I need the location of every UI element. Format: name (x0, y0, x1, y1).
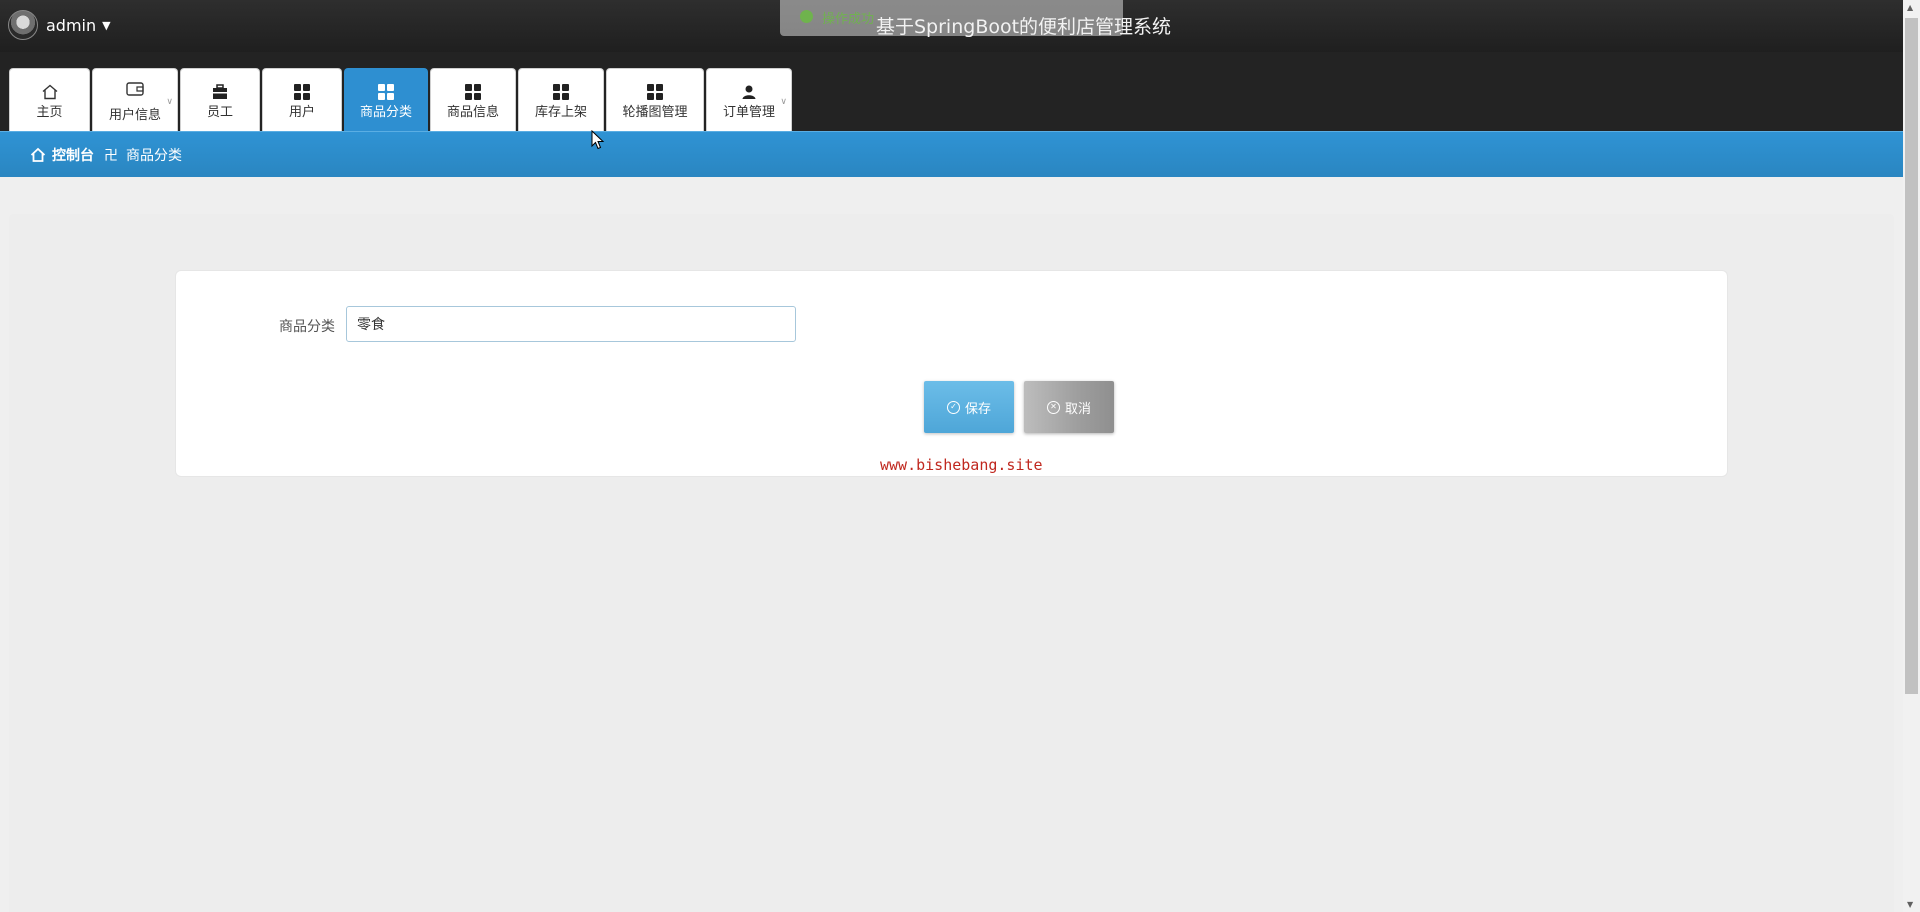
mouse-cursor-icon (591, 129, 605, 154)
check-circle-icon: ✓ (946, 400, 960, 414)
home-icon (30, 147, 46, 163)
user-menu[interactable]: admin ▼ (8, 9, 111, 41)
top-nav: 主页 用户信息 ∨ 员工 用户 商品分类 商品信息 库存上架 轮播图管理 订单管 (0, 52, 1903, 131)
top-header: admin ▼ 操作成功 基于SpringBoot的便利店管理系统 (0, 0, 1903, 52)
scroll-down-icon[interactable]: ▼ (1907, 900, 1913, 909)
tab-carousel[interactable]: 轮播图管理 (606, 68, 704, 131)
username: admin (46, 15, 97, 35)
grid-icon (553, 81, 569, 103)
breadcrumb: 控制台 卍 商品分类 (0, 131, 1903, 177)
tab-orders-label: 订单管理 (722, 104, 775, 120)
chevron-down-icon: ∨ (780, 97, 787, 107)
briefcase-icon (211, 81, 229, 103)
chevron-down-icon: ∨ (166, 97, 173, 107)
breadcrumb-home[interactable]: 控制台 (52, 145, 94, 165)
tab-inventory[interactable]: 库存上架 (518, 68, 604, 131)
grid-icon (294, 81, 310, 103)
tab-users-label: 用户 (288, 104, 315, 120)
cancel-button[interactable]: ✕ 取消 (1024, 381, 1114, 433)
watermark: www.bishebang.site (880, 456, 1043, 474)
tab-product-info[interactable]: 商品信息 (430, 68, 516, 131)
close-circle-icon: ✕ (1046, 400, 1060, 414)
grid-icon (647, 81, 663, 103)
avatar (8, 10, 38, 40)
breadcrumb-current: 商品分类 (126, 147, 182, 164)
tab-user-info-label: 用户信息 (108, 107, 161, 123)
tab-staff[interactable]: 员工 (180, 68, 260, 131)
person-icon (740, 81, 758, 103)
tab-product-category-label: 商品分类 (359, 104, 412, 120)
cancel-button-label: 取消 (1064, 401, 1091, 417)
tab-user-info[interactable]: 用户信息 ∨ (92, 68, 178, 131)
save-button[interactable]: ✓ 保存 (924, 381, 1014, 433)
scroll-thumb[interactable] (1905, 18, 1918, 694)
save-button-label: 保存 (964, 401, 991, 417)
grid-icon (378, 81, 394, 103)
breadcrumb-separator: 卍 (104, 147, 118, 164)
scroll-up-icon[interactable]: ▲ (1907, 3, 1913, 12)
success-icon (800, 10, 813, 23)
tab-product-info-label: 商品信息 (446, 104, 499, 120)
grid-icon (465, 81, 481, 103)
category-label: 商品分类 (279, 319, 335, 335)
tab-home[interactable]: 主页 (9, 68, 90, 131)
tab-staff-label: 员工 (206, 104, 233, 120)
form-card: 商品分类 ✓ 保存 ✕ 取消 www.bishebang.site (175, 270, 1728, 477)
tab-product-category[interactable]: 商品分类 (344, 68, 428, 131)
home-icon (41, 81, 59, 103)
app-title: 基于SpringBoot的便利店管理系统 (876, 16, 1172, 38)
tab-users[interactable]: 用户 (262, 68, 342, 131)
tab-carousel-label: 轮播图管理 (622, 104, 688, 120)
tab-home-label: 主页 (36, 104, 63, 120)
caret-down-icon: ▼ (102, 18, 111, 32)
tab-orders[interactable]: 订单管理 ∨ (706, 68, 792, 131)
toast-message: 操作成功 (822, 12, 875, 27)
vertical-scrollbar[interactable]: ▲ ▼ (1903, 0, 1920, 912)
wallet-icon (125, 78, 145, 100)
category-input[interactable] (346, 306, 796, 342)
tab-inventory-label: 库存上架 (534, 104, 587, 120)
